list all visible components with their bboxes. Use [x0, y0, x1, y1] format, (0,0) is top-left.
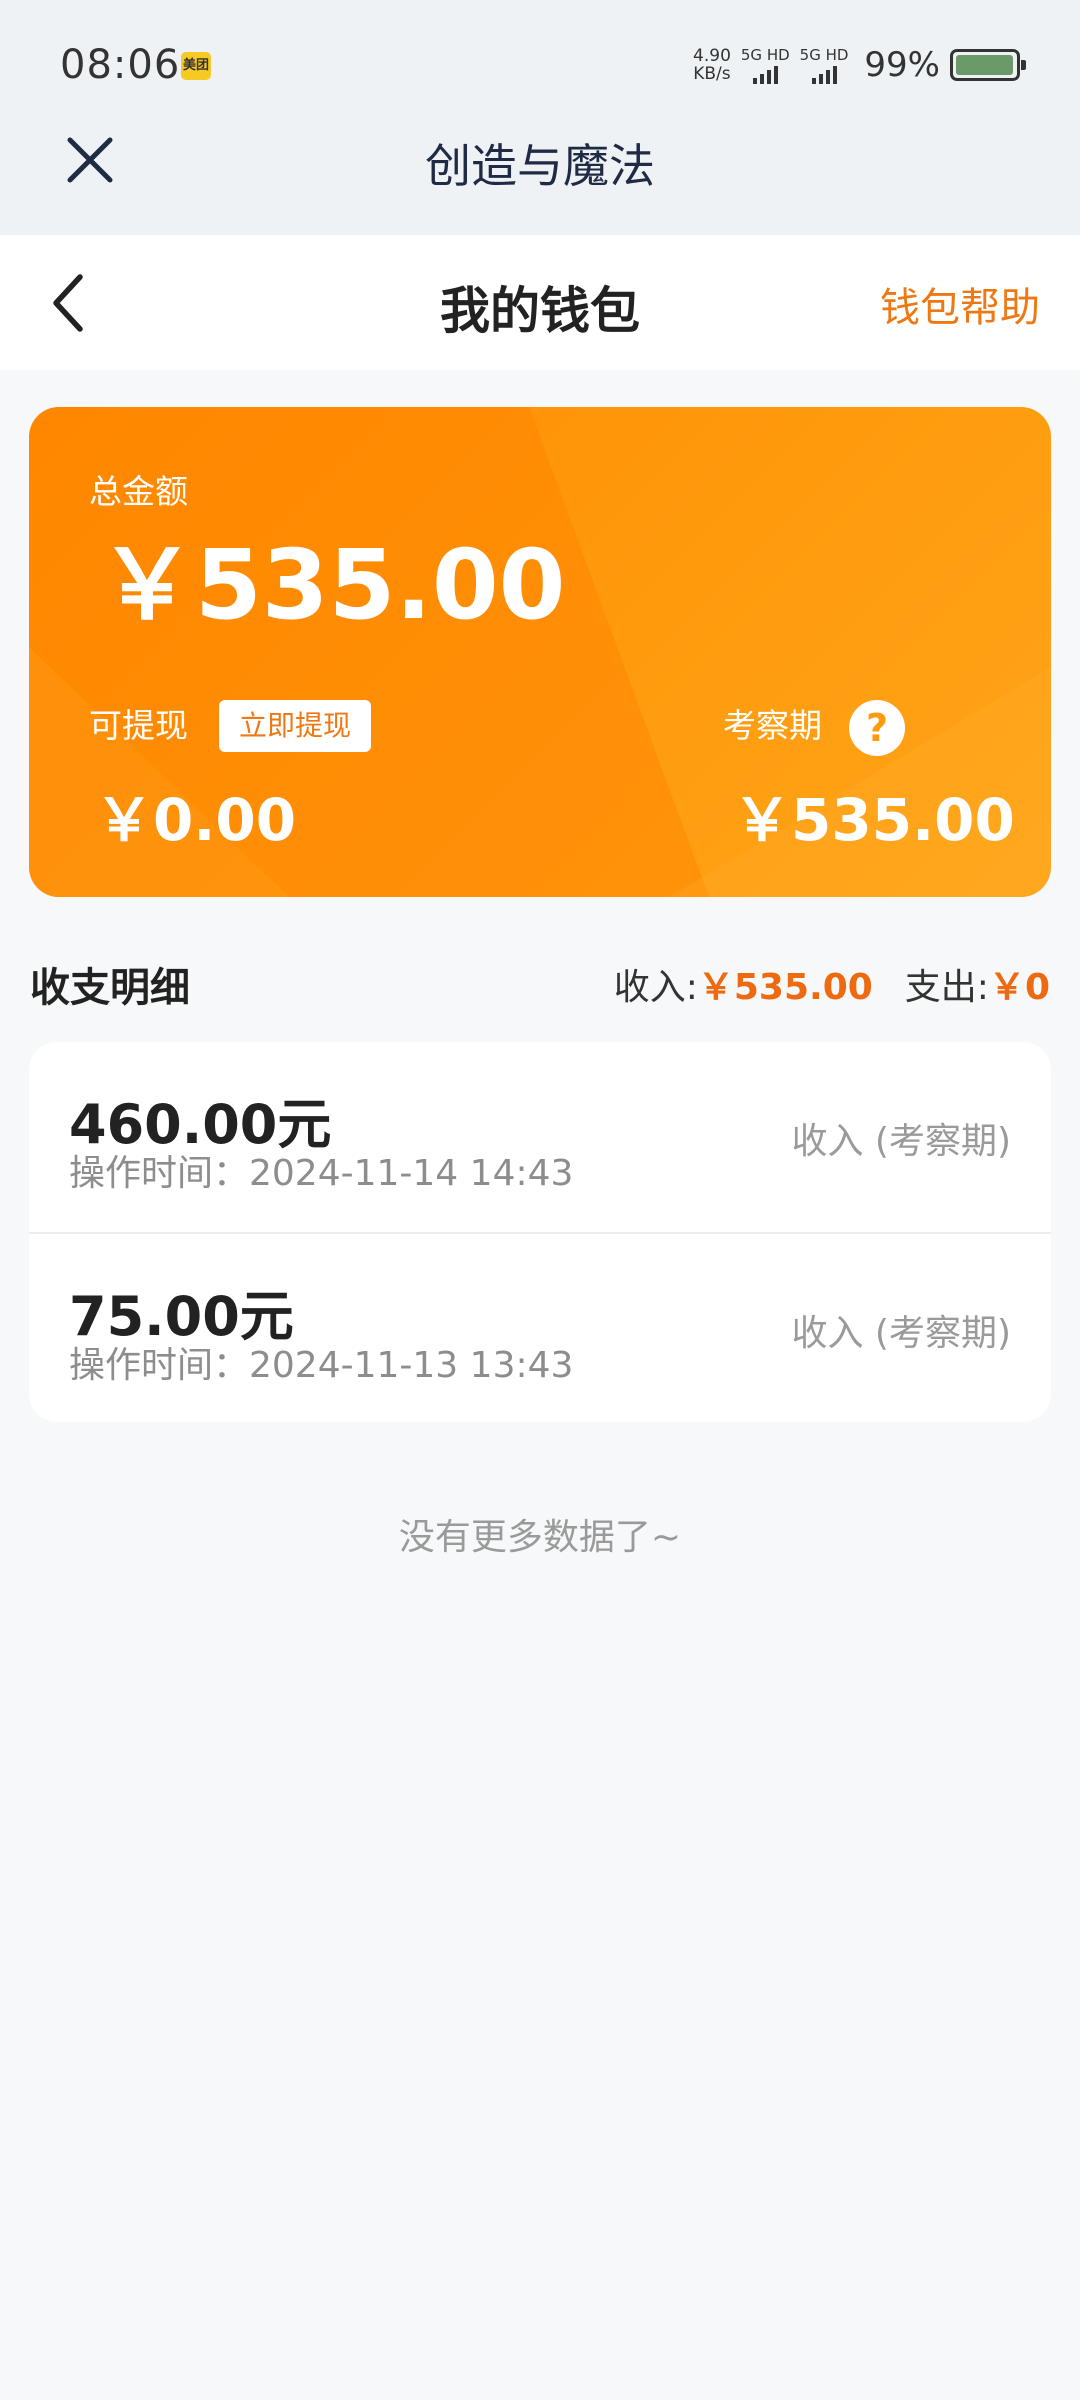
battery-icon [950, 49, 1026, 81]
list-item[interactable]: 75.00元 操作时间：2024-11-13 13:43 收入 (考察期) [29, 1232, 1051, 1422]
network-speed-value: 4.90 [693, 46, 731, 66]
sim1-signal: 5G HD [741, 47, 790, 84]
question-help-icon[interactable]: ? [849, 700, 905, 756]
income-label: 收入: [613, 967, 698, 1008]
mini-program-header: 创造与魔法 [0, 110, 1080, 235]
income-value: ￥535.00 [697, 967, 873, 1008]
sim2-signal: 5G HD [799, 45, 849, 84]
network-speed-unit: KB/s [693, 64, 731, 84]
expense-label: 支出: [904, 967, 989, 1008]
status-right-group: 4.90 KB/s 5G HD 5G HD 99% [693, 40, 1026, 90]
review-period-label: 考察期 [723, 706, 822, 745]
review-period-amount: ￥535.00 [733, 786, 1015, 854]
transaction-time: 操作时间：2024-11-13 13:43 [69, 1345, 574, 1386]
signal-bars-icon [811, 65, 837, 84]
transaction-list: 460.00元 操作时间：2024-11-14 14:43 收入 (考察期) 7… [29, 1042, 1051, 1422]
list-item[interactable]: 460.00元 操作时间：2024-11-14 14:43 收入 (考察期) [29, 1042, 1051, 1232]
withdraw-now-button[interactable]: 立即提现 [219, 700, 371, 752]
nav-bar: 我的钱包 钱包帮助 [0, 235, 1080, 370]
expense-value: ￥0 [988, 967, 1050, 1008]
sim1-label: 5G HD [740, 45, 790, 64]
total-amount-label: 总金额 [89, 472, 188, 511]
wallet-help-link[interactable]: 钱包帮助 [880, 275, 1040, 333]
total-amount-value: ￥535.00 [99, 529, 566, 641]
transaction-type: 收入 (考察期) [791, 1313, 1011, 1354]
status-time: 08:06 [60, 42, 181, 88]
meituan-notification-icon: 美团 [181, 52, 211, 80]
no-more-data-text: 没有更多数据了~ [398, 1517, 682, 1558]
battery-fill [956, 55, 1014, 75]
battery-percent: 99% [864, 45, 940, 85]
details-summary: 收入: ￥535.00 支出: ￥0 [614, 958, 1050, 1010]
wallet-balance-card: 总金额 ￥535.00 可提现 立即提现 ￥0.00 考察期 ? ￥535.00 [29, 407, 1051, 897]
mini-program-title: 创造与魔法 [425, 139, 655, 193]
transaction-type: 收入 (考察期) [791, 1121, 1011, 1162]
details-section-title: 收支明细 [30, 965, 190, 1011]
sim2-label: 5G HD [799, 45, 849, 64]
transaction-time: 操作时间：2024-11-14 14:43 [69, 1153, 574, 1194]
withdrawable-amount: ￥0.00 [95, 786, 297, 854]
network-speed: 4.90 KB/s [693, 47, 731, 83]
signal-bars-icon [752, 65, 778, 84]
withdrawable-label: 可提现 [89, 706, 188, 745]
